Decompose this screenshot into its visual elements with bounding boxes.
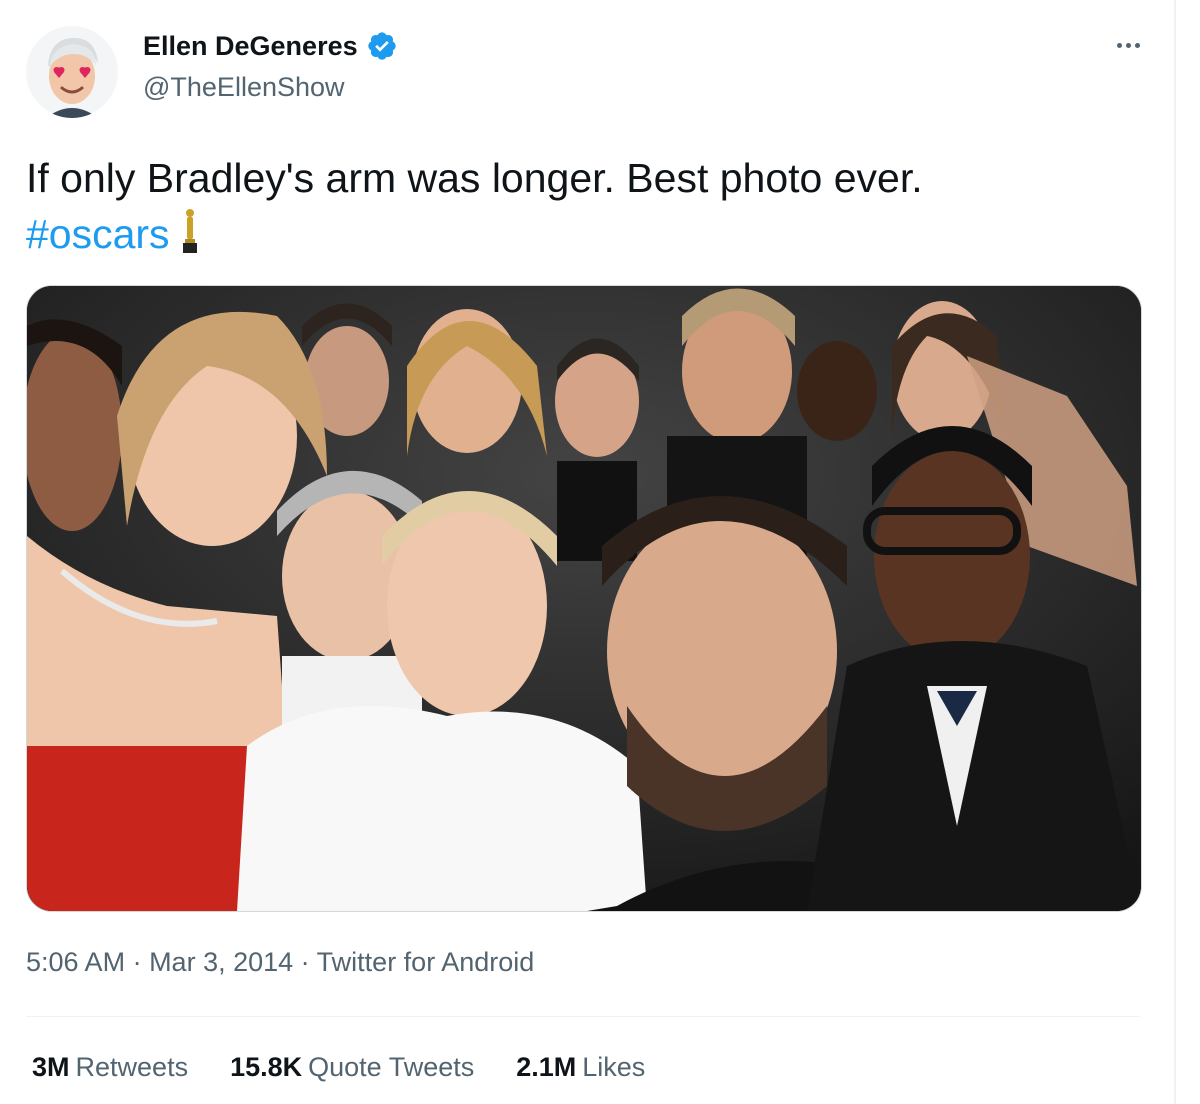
stat-label: Likes — [582, 1052, 646, 1082]
more-dot — [1125, 42, 1131, 48]
author-name[interactable]: Ellen DeGeneres — [143, 31, 358, 62]
meta-separator: · — [293, 947, 317, 977]
stat-value: 2.1M — [516, 1052, 577, 1082]
meta-separator: · — [125, 947, 150, 977]
stat-label: Quote Tweets — [308, 1052, 475, 1082]
tweet-body: If only Bradley's arm was longer. Best p… — [26, 155, 923, 201]
tweet-photo[interactable] — [26, 285, 1142, 912]
stat-value: 15.8K — [230, 1052, 303, 1082]
quote-tweets-count[interactable]: 15.8K Quote Tweets — [230, 1052, 474, 1083]
tweet-text: If only Bradley's arm was longer. Best p… — [26, 150, 1146, 262]
divider — [26, 1016, 1140, 1017]
tweet-source[interactable]: Twitter for Android — [317, 947, 535, 977]
more-horizontal-icon — [1116, 42, 1122, 48]
tweet-metadata: 5:06 AM · Mar 3, 2014 · Twitter for Andr… — [26, 947, 534, 978]
timeline-border — [1174, 0, 1176, 1104]
avatar-illustration — [26, 26, 118, 118]
stat-value: 3M — [32, 1052, 70, 1082]
tweet-stats: 3M Retweets 15.8K Quote Tweets 2.1M Likes — [32, 1052, 645, 1083]
verified-badge-icon — [367, 32, 396, 60]
avatar[interactable] — [26, 26, 118, 118]
tweet-time[interactable]: 5:06 AM — [26, 947, 125, 977]
stat-label: Retweets — [75, 1052, 189, 1082]
retweets-count[interactable]: 3M Retweets — [32, 1052, 188, 1083]
hashtag-link[interactable]: #oscars — [26, 211, 170, 257]
oscar-trophy-icon — [182, 209, 197, 253]
tweet-date[interactable]: Mar 3, 2014 — [149, 947, 293, 977]
selfie-photo-illustration — [27, 286, 1141, 911]
more-options-button[interactable] — [1108, 30, 1148, 60]
more-dot — [1134, 42, 1140, 48]
likes-count[interactable]: 2.1M Likes — [516, 1052, 645, 1083]
author-handle[interactable]: @TheEllenShow — [143, 72, 345, 103]
